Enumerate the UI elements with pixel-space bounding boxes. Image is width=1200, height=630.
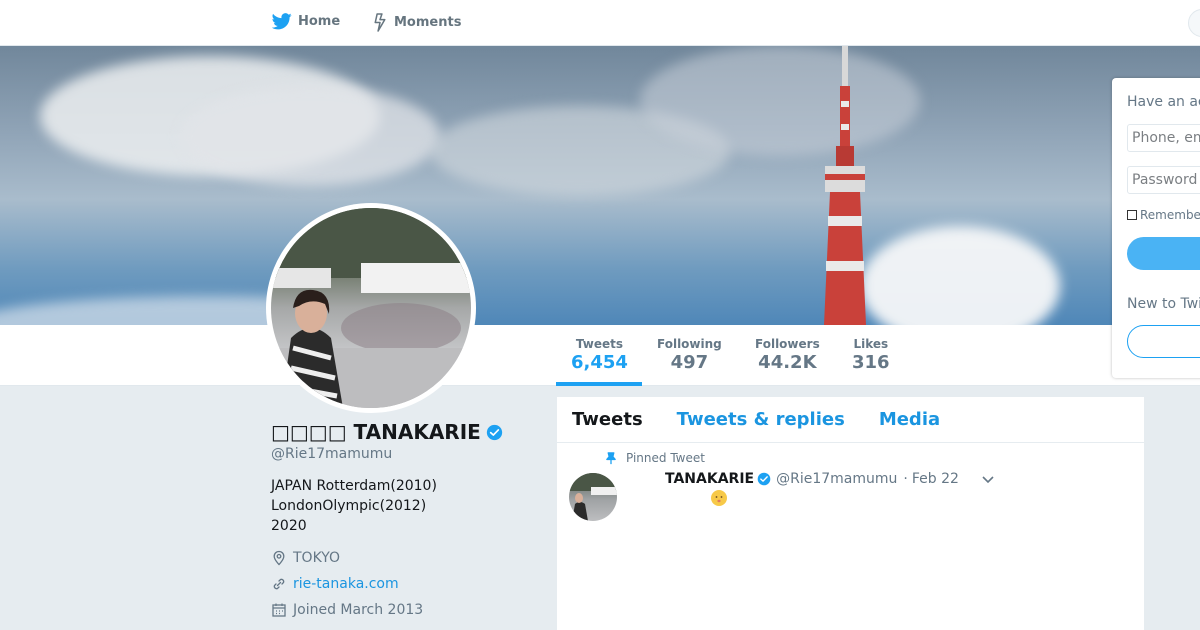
pin-icon	[606, 451, 616, 464]
stat-value: 497	[670, 352, 709, 373]
nav-home-label: Home	[298, 14, 341, 29]
tweet-separator: ·	[903, 471, 908, 487]
profile-website: rie-tanaka.com	[271, 576, 541, 592]
nav-moments-label: Moments	[394, 15, 462, 30]
profile-name-row: □□□□ TANAKARIE	[271, 420, 541, 444]
location-text: TOKYO	[293, 550, 341, 566]
stat-label: Following	[657, 337, 722, 351]
profile-avatar[interactable]	[266, 203, 476, 413]
login-button[interactable]	[1127, 237, 1200, 270]
avatar-photo	[271, 208, 471, 408]
stat-label: Followers	[755, 337, 820, 351]
calendar-icon	[272, 603, 286, 617]
tokyo-tower-image	[824, 46, 866, 325]
stat-label: Likes	[853, 337, 889, 351]
nav-home[interactable]: Home	[272, 13, 340, 30]
link-icon	[273, 578, 285, 590]
lightning-icon	[374, 13, 386, 32]
remember-checkbox[interactable]	[1127, 210, 1137, 220]
stat-value: 316	[852, 352, 890, 373]
profile-name: □□□□ TANAKARIE	[271, 420, 481, 444]
profile-banner	[0, 46, 1200, 325]
stat-tweets[interactable]: Tweets 6,454	[571, 337, 628, 373]
remember-label: Remember me	[1140, 208, 1200, 222]
stat-label: Tweets	[575, 337, 624, 351]
timeline: Tweets Tweets & replies Media Pinned Twe…	[557, 397, 1144, 630]
login-card: Have an account? Remember me New to Twit…	[1112, 78, 1200, 378]
website-link[interactable]: rie-tanaka.com	[293, 576, 399, 592]
active-stat-underline	[556, 382, 642, 386]
profile-stats-bar: Tweets 6,454 Following 497 Followers 44.…	[0, 325, 1200, 386]
tab-tweets[interactable]: Tweets	[572, 409, 643, 430]
tweet-author-handle[interactable]: @Rie17mamumu	[776, 471, 897, 487]
remember-me[interactable]: Remember me	[1127, 208, 1200, 222]
profile-location: TOKYO	[271, 550, 541, 566]
pinned-text: Pinned Tweet	[626, 451, 705, 465]
twitter-bird-icon	[272, 13, 292, 30]
stat-value: 44.2K	[758, 352, 817, 373]
profile-bio: JAPAN Rotterdam(2010) LondonOlympic(2012…	[271, 478, 437, 534]
tweet-avatar-illustration	[569, 473, 617, 521]
pinned-tweet-label: Pinned Tweet	[605, 451, 705, 465]
search-box[interactable]	[1188, 9, 1200, 37]
username-field[interactable]	[1127, 124, 1200, 152]
profile-handle[interactable]: @Rie17mamumu	[271, 446, 541, 462]
baby-emoji-icon	[711, 490, 727, 506]
stat-likes[interactable]: Likes 316	[852, 337, 890, 373]
stat-followers[interactable]: Followers 44.2K	[755, 337, 820, 373]
tab-tweets-replies[interactable]: Tweets & replies	[677, 409, 845, 430]
avatar-illustration	[271, 208, 471, 408]
tweet-author-name[interactable]: TANAKARIE	[665, 471, 754, 487]
profile-joined: Joined March 2013	[271, 602, 541, 618]
profile-card: □□□□ TANAKARIE @Rie17mamumu JAPAN Rotter…	[271, 420, 541, 618]
top-navigation: Home Moments	[0, 0, 1200, 46]
verified-badge-icon	[757, 472, 771, 486]
new-to-twitter-label: New to Twitter?	[1127, 296, 1200, 312]
chevron-down-icon[interactable]	[981, 475, 995, 485]
stat-value: 6,454	[571, 352, 628, 373]
tweet-header: TANAKARIE @Rie17mamumu · Feb 22	[665, 471, 959, 487]
tab-media[interactable]: Media	[879, 409, 940, 430]
login-heading: Have an account?	[1127, 94, 1200, 110]
joined-text: Joined March 2013	[293, 602, 424, 618]
location-pin-icon	[273, 550, 285, 566]
tweet-avatar[interactable]	[569, 473, 617, 521]
signup-button[interactable]	[1127, 325, 1200, 358]
tweet-date[interactable]: Feb 22	[912, 471, 959, 487]
nav-moments[interactable]: Moments	[372, 13, 461, 32]
verified-badge-icon	[486, 424, 502, 440]
stat-following[interactable]: Following 497	[657, 337, 722, 373]
timeline-tabs: Tweets Tweets & replies Media	[557, 397, 1144, 443]
password-field[interactable]	[1127, 166, 1200, 194]
